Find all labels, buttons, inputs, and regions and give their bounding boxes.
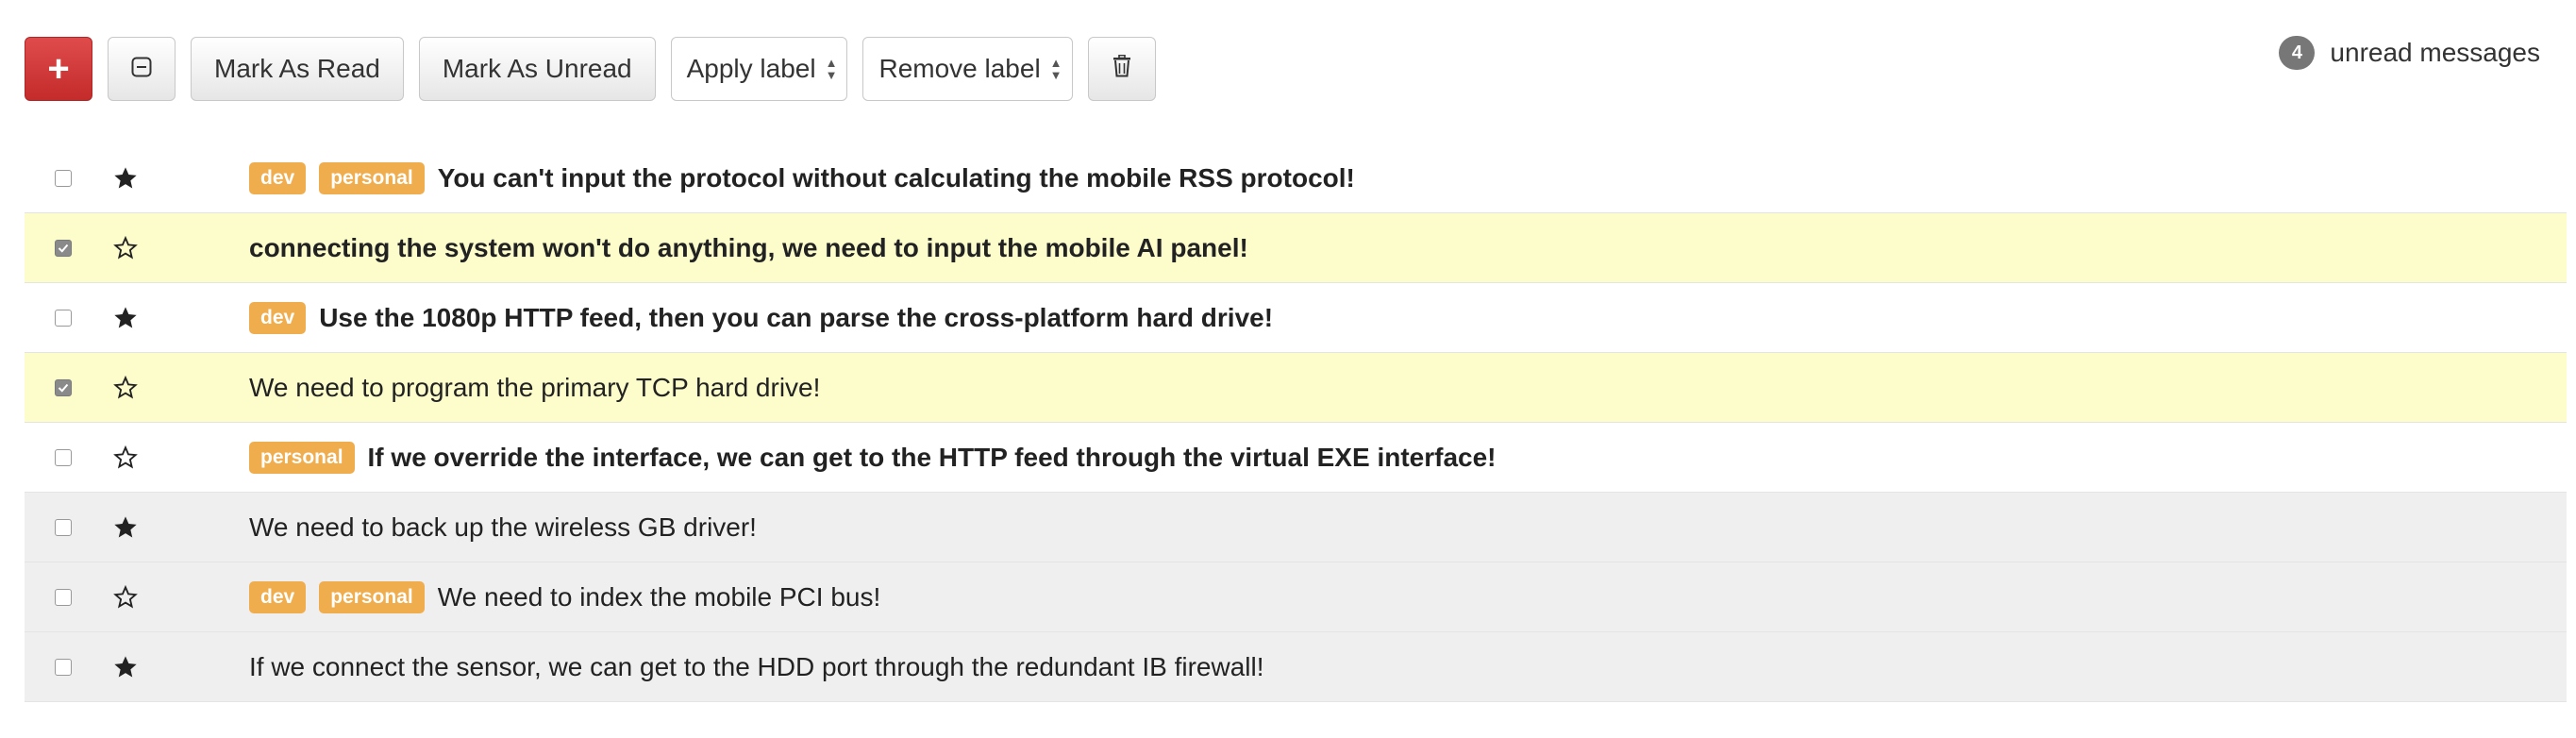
message-content: dev personal We need to index the mobile P… xyxy=(249,580,881,613)
message-row[interactable]: dev personal You can't input the protocol … xyxy=(25,143,2567,213)
message-checkbox[interactable] xyxy=(55,378,72,396)
message-content: connecting the system won't do anything,… xyxy=(249,233,1248,263)
label-badge: personal xyxy=(319,580,425,613)
unread-indicator: 4 unread messages xyxy=(2279,36,2540,70)
remove-label-text: Remove label xyxy=(878,54,1041,83)
message-checkbox[interactable] xyxy=(55,448,72,466)
star-outline-icon[interactable] xyxy=(111,235,140,261)
star-outline-icon[interactable] xyxy=(111,444,140,471)
label-badge: personal xyxy=(249,441,355,474)
select-caret-icon: ▲ ▼ xyxy=(825,56,838,82)
delete-button[interactable] xyxy=(1087,37,1156,101)
message-subject[interactable]: You can't input the protocol without cal… xyxy=(438,163,1355,193)
star-filled-icon[interactable] xyxy=(111,305,140,331)
message-row[interactable]: We need to back up the wireless GB drive… xyxy=(25,493,2567,562)
select-all-button[interactable] xyxy=(108,37,176,101)
apply-label-select[interactable]: Apply label ▲ ▼ xyxy=(670,37,848,101)
message-subject[interactable]: connecting the system won't do anything,… xyxy=(249,233,1248,263)
message-content: dev personal You can't input the protocol … xyxy=(249,161,1355,194)
apply-label-text: Apply label xyxy=(686,54,816,83)
message-checkbox[interactable] xyxy=(55,169,72,187)
message-content: personal If we override the interface, we… xyxy=(249,441,1497,474)
mark-as-unread-button[interactable]: Mark As Unread xyxy=(418,37,656,101)
message-checkbox[interactable] xyxy=(55,239,72,257)
message-content: We need to program the primary TCP hard … xyxy=(249,373,820,403)
label-badge: dev xyxy=(249,580,307,613)
label-badge: dev xyxy=(249,161,307,194)
message-checkbox[interactable] xyxy=(55,309,72,327)
star-filled-icon[interactable] xyxy=(111,654,140,680)
unread-count-badge: 4 xyxy=(2279,36,2316,70)
message-subject[interactable]: Use the 1080p HTTP feed, then you can pa… xyxy=(319,303,1273,333)
toolbar: + Mark As Read Mark As Unread Apply labe… xyxy=(25,36,1171,102)
trash-icon xyxy=(1112,54,1132,84)
message-checkbox[interactable] xyxy=(55,658,72,676)
message-checkbox[interactable] xyxy=(55,588,72,606)
select-caret-icon: ▲ ▼ xyxy=(1049,56,1062,82)
compose-button[interactable]: + xyxy=(25,37,92,101)
message-content: dev Use the 1080p HTTP feed, then you can… xyxy=(249,301,1273,334)
message-checkbox[interactable] xyxy=(55,518,72,536)
message-subject[interactable]: We need to program the primary TCP hard … xyxy=(249,373,820,403)
remove-label-select[interactable]: Remove label ▲ ▼ xyxy=(862,37,1073,101)
message-subject[interactable]: We need to back up the wireless GB drive… xyxy=(249,512,757,543)
mark-as-read-button[interactable]: Mark As Read xyxy=(191,37,404,101)
message-row[interactable]: personal If we override the interface, we… xyxy=(25,423,2567,493)
message-subject[interactable]: We need to index the mobile PCI bus! xyxy=(438,582,881,612)
message-row[interactable]: We need to program the primary TCP hard … xyxy=(25,353,2567,423)
message-row[interactable]: connecting the system won't do anything,… xyxy=(25,213,2567,283)
message-row[interactable]: dev personal We need to index the mobile P… xyxy=(25,562,2567,632)
message-row[interactable]: If we connect the sensor, we can get to … xyxy=(25,632,2567,702)
star-filled-icon[interactable] xyxy=(111,514,140,541)
message-subject[interactable]: If we override the interface, we can get… xyxy=(368,443,1497,473)
label-badge: personal xyxy=(319,161,425,194)
message-list: dev personal You can't input the protocol … xyxy=(25,143,2567,702)
minus-square-icon xyxy=(131,54,152,84)
message-content: We need to back up the wireless GB drive… xyxy=(249,512,757,543)
message-subject[interactable]: If we connect the sensor, we can get to … xyxy=(249,652,1264,682)
star-outline-icon[interactable] xyxy=(111,375,140,401)
star-filled-icon[interactable] xyxy=(111,165,140,192)
label-badge: dev xyxy=(249,301,307,334)
unread-label: unread messages xyxy=(2330,38,2540,67)
message-row[interactable]: dev Use the 1080p HTTP feed, then you can… xyxy=(25,283,2567,353)
star-outline-icon[interactable] xyxy=(111,584,140,611)
message-content: If we connect the sensor, we can get to … xyxy=(249,652,1264,682)
